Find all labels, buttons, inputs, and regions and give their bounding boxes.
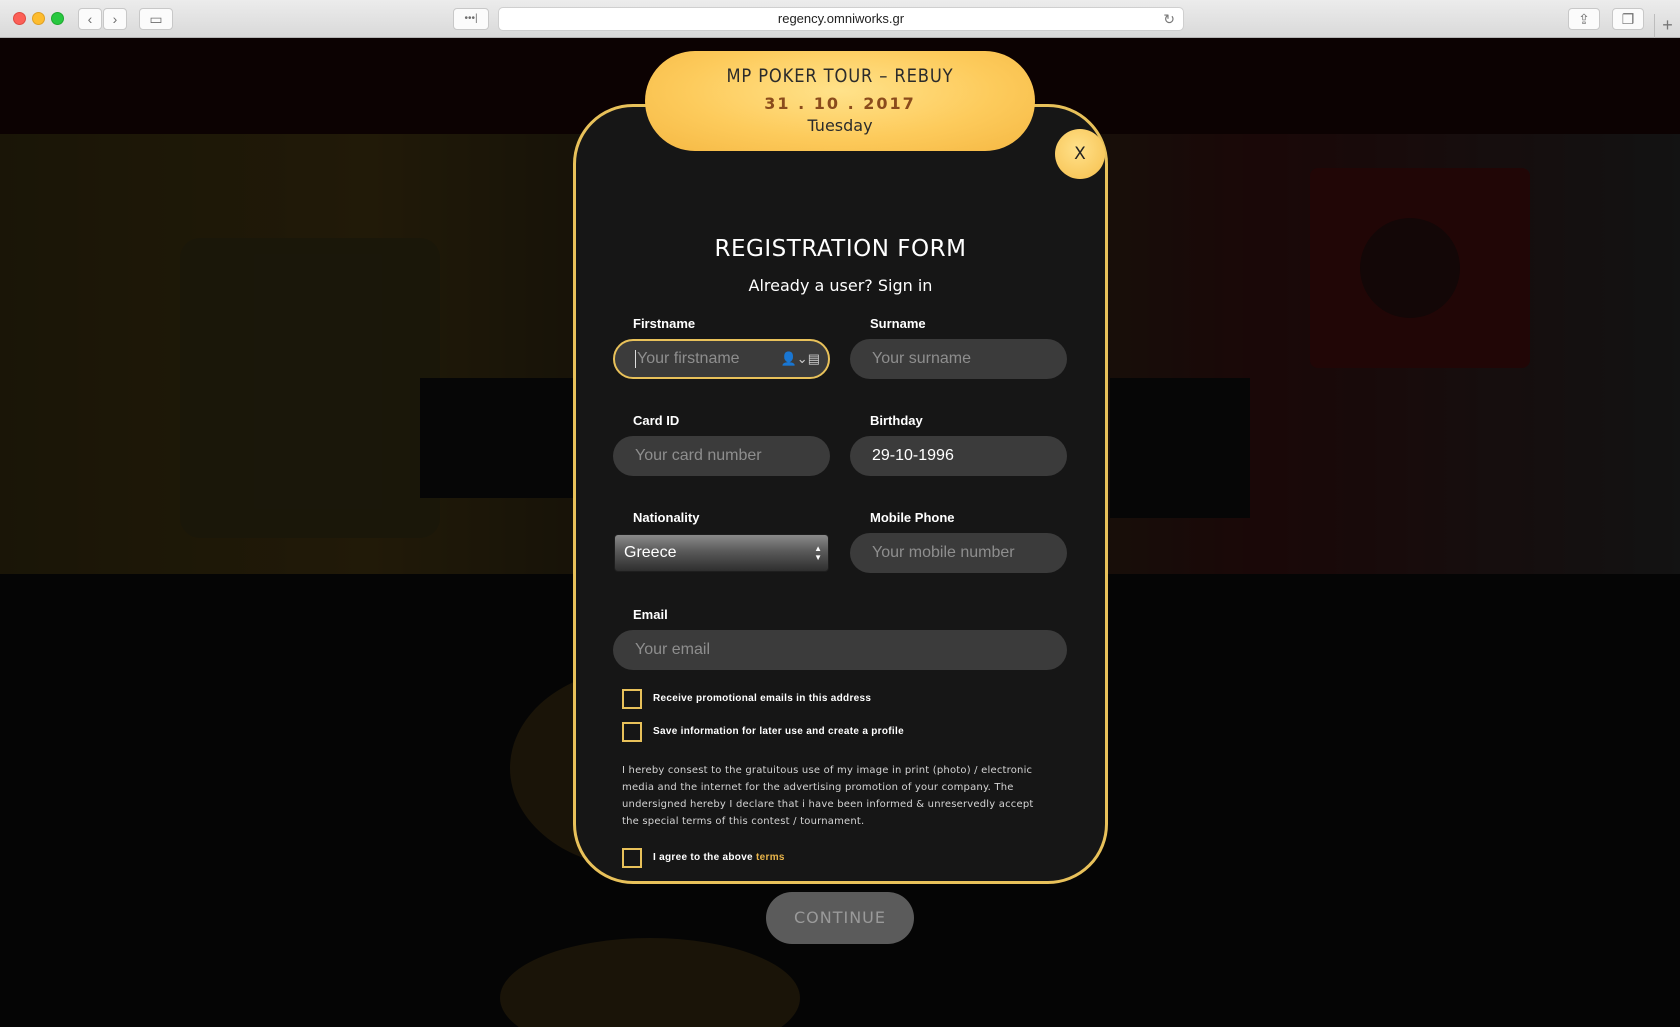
agree-label-text[interactable]: I agree to the above [653, 852, 753, 863]
mobile-input[interactable]: Your mobile number [850, 533, 1067, 573]
promo-checkbox[interactable] [622, 689, 642, 709]
sidebar-toggle-button[interactable]: ▭ [139, 8, 173, 30]
promo-checkbox-label[interactable]: Receive promotional emails in this addre… [653, 693, 871, 704]
back-button[interactable]: ‹ [78, 8, 102, 30]
nationality-label: Nationality [633, 510, 700, 525]
agree-checkbox[interactable] [622, 848, 642, 868]
mobile-placeholder: Your mobile number [872, 544, 1015, 561]
chevron-right-icon: › [112, 11, 118, 27]
close-modal-button[interactable]: X [1055, 129, 1105, 179]
reload-icon[interactable]: ↻ [1163, 8, 1175, 30]
consent-text: I hereby consest to the gratuitous use o… [622, 765, 1034, 827]
event-day: Tuesday [807, 116, 873, 135]
firstname-input[interactable]: Your firstname 👤⌄▤ [613, 339, 830, 379]
new-tab-button[interactable]: + [1654, 14, 1680, 38]
nationality-selected: Greece [624, 544, 677, 561]
surname-label: Surname [870, 316, 926, 331]
close-icon: X [1074, 144, 1086, 164]
firstname-label: Firstname [633, 316, 696, 331]
plus-icon: + [1662, 15, 1673, 35]
reader-button[interactable]: •••| [453, 8, 489, 30]
address-bar[interactable]: regency.omniworks.gr ↻ [498, 7, 1184, 31]
minimize-window-button[interactable] [32, 12, 45, 25]
share-icon: ⇪ [1578, 11, 1590, 27]
event-date: 31 . 10 . 2017 [764, 94, 916, 113]
birthday-input[interactable]: 29-10-1996 [850, 436, 1067, 476]
event-title: MP POKER TOUR – REBUY [726, 65, 954, 87]
agree-checkbox-label: I agree to the above terms [653, 852, 785, 863]
chevron-left-icon: ‹ [87, 11, 93, 27]
save-profile-checkbox-label[interactable]: Save information for later use and creat… [653, 726, 904, 737]
zoom-window-button[interactable] [51, 12, 64, 25]
mobile-label: Mobile Phone [870, 510, 955, 525]
card-id-label: Card ID [633, 413, 680, 428]
nationality-select[interactable]: Greece ▲ ▼ [614, 534, 829, 572]
tabs-icon: ❐ [1621, 11, 1635, 27]
form-heading: REGISTRATION FORM [714, 236, 967, 262]
share-button[interactable]: ⇪ [1568, 8, 1600, 30]
url-text: regency.omniworks.gr [777, 11, 905, 26]
card-id-placeholder: Your card number [635, 447, 762, 464]
surname-placeholder: Your surname [872, 350, 972, 367]
sign-in-link[interactable]: Already a user? Sign in [573, 276, 1108, 295]
autofill-contact-icon[interactable]: 👤⌄▤ [781, 350, 820, 368]
text-caret [635, 349, 636, 368]
save-profile-checkbox[interactable] [622, 722, 642, 742]
event-header: MP POKER TOUR – REBUY 31 . 10 . 2017 Tue… [645, 51, 1035, 151]
continue-button[interactable]: CONTINUE [766, 892, 914, 944]
birthday-value: 29-10-1996 [872, 447, 954, 464]
email-input[interactable]: Your email [613, 630, 1067, 670]
sidebar-icon: ▭ [149, 11, 163, 27]
email-label: Email [633, 607, 668, 622]
birthday-label: Birthday [870, 413, 923, 428]
email-placeholder: Your email [635, 641, 711, 658]
close-window-button[interactable] [13, 12, 26, 25]
tabs-overview-button[interactable]: ❐ [1612, 8, 1644, 30]
reader-icon: •••| [464, 13, 478, 24]
terms-link[interactable]: terms [756, 852, 785, 863]
browser-toolbar: ‹ › ▭ •••| regency.omniworks.gr ↻ ⇪ ❐ + [0, 0, 1680, 38]
surname-input[interactable]: Your surname [850, 339, 1067, 379]
firstname-placeholder: Your firstname [637, 350, 740, 367]
card-id-input[interactable]: Your card number [613, 436, 830, 476]
forward-button[interactable]: › [103, 8, 127, 30]
select-arrows-icon: ▲ ▼ [814, 544, 822, 562]
